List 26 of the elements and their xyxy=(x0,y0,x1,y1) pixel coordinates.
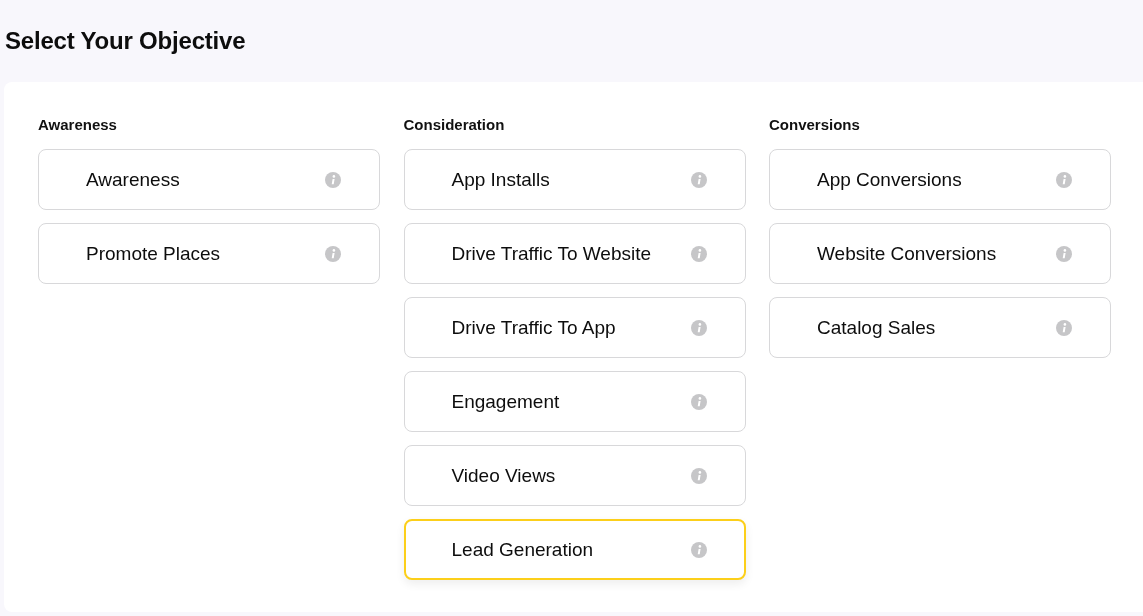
group-heading: Conversions xyxy=(769,116,861,133)
objective-card[interactable]: Website Conversions xyxy=(769,223,1111,284)
page-title: Select Your Objective xyxy=(5,27,246,55)
objective-card[interactable]: Lead Generation xyxy=(403,519,746,580)
info-icon[interactable] xyxy=(1056,171,1072,188)
objective-card[interactable]: Promote Places xyxy=(38,223,380,284)
info-icon[interactable] xyxy=(325,171,341,188)
info-icon[interactable] xyxy=(690,541,707,558)
objective-card[interactable]: App Installs xyxy=(403,149,746,210)
info-icon[interactable] xyxy=(690,393,707,410)
group-heading: Awareness xyxy=(38,116,118,133)
objective-card[interactable]: Catalog Sales xyxy=(769,297,1111,358)
info-icon[interactable] xyxy=(690,171,707,188)
info-icon[interactable] xyxy=(690,319,707,336)
info-icon[interactable] xyxy=(325,245,341,262)
objective-card[interactable]: Engagement xyxy=(403,371,746,432)
objective-card[interactable]: Video Views xyxy=(403,445,746,506)
group-heading: Consideration xyxy=(403,116,506,133)
info-icon[interactable] xyxy=(1056,319,1072,336)
objective-card[interactable]: App Conversions xyxy=(769,149,1111,210)
objective-card[interactable]: Drive Traffic To App xyxy=(403,297,746,358)
info-icon[interactable] xyxy=(690,467,707,484)
info-icon[interactable] xyxy=(1056,245,1072,262)
objective-card[interactable]: Awareness xyxy=(38,149,380,210)
objective-card[interactable]: Drive Traffic To Website xyxy=(403,223,746,284)
info-icon[interactable] xyxy=(690,245,707,262)
